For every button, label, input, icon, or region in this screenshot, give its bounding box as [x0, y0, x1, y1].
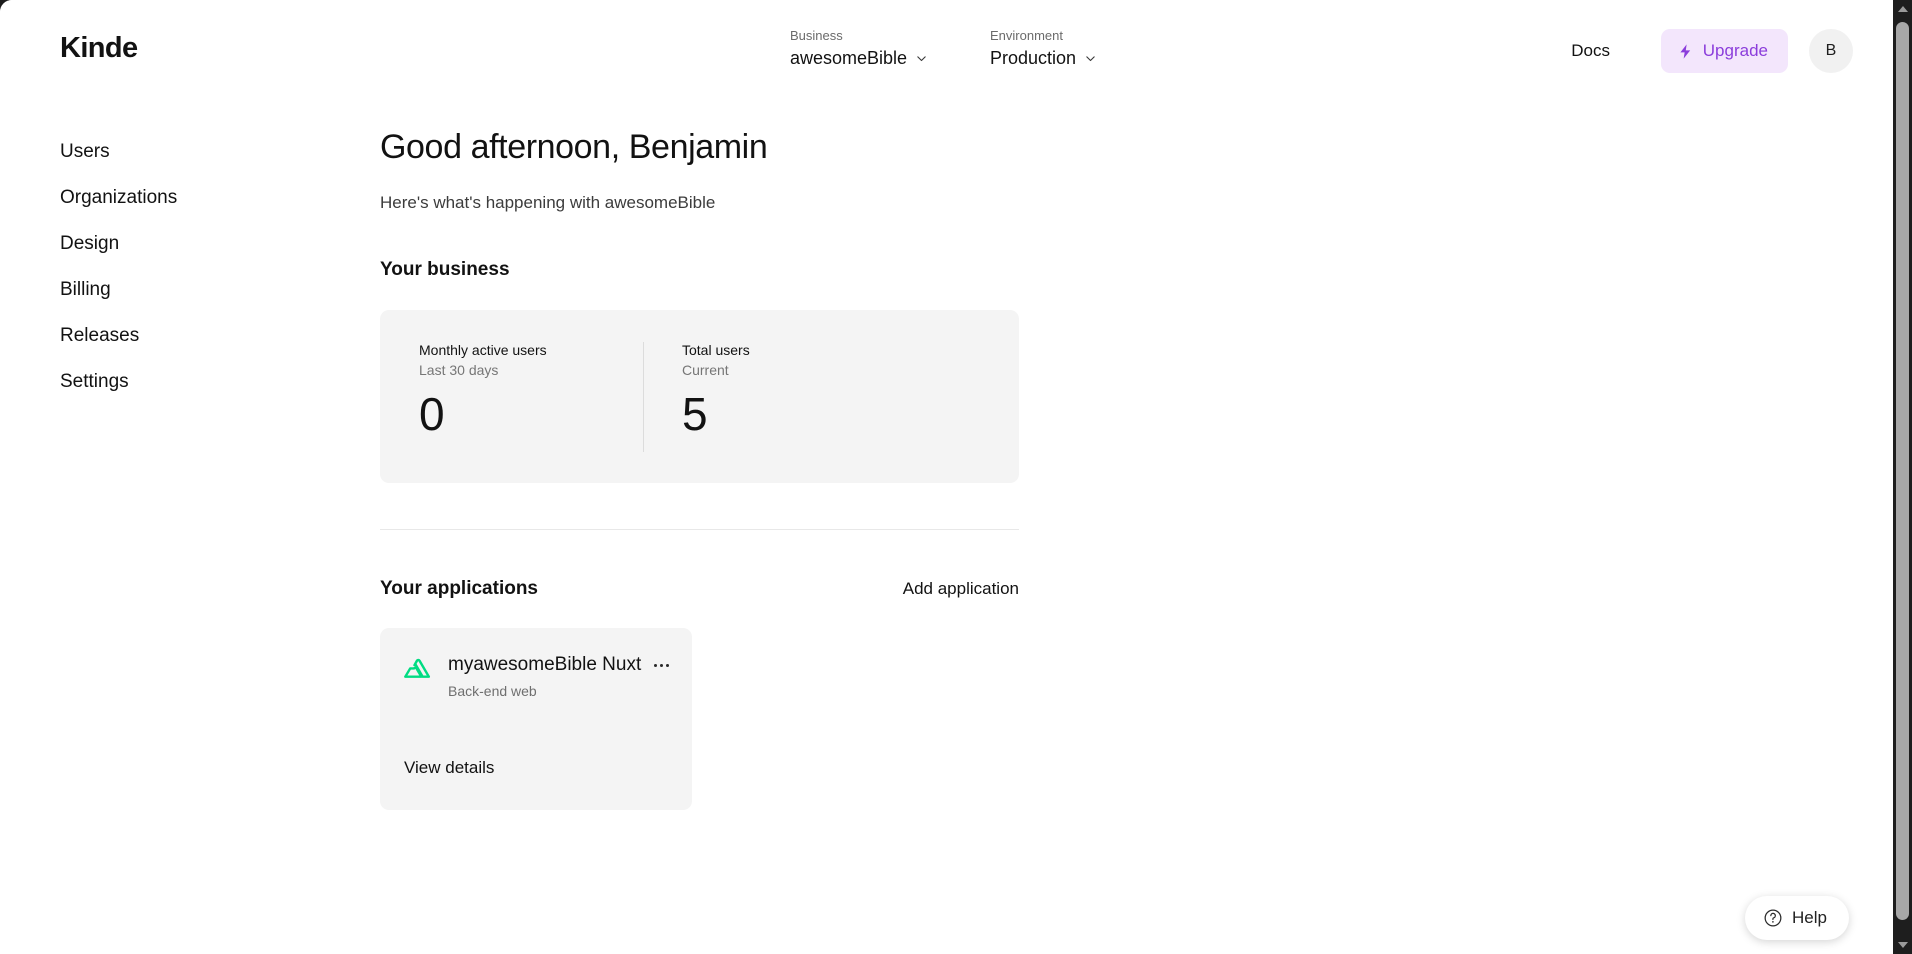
application-type: Back-end web: [448, 683, 646, 700]
sidebar-item-users[interactable]: Users: [60, 140, 110, 163]
browser-viewport: Kinde Business awesomeBible Environment …: [0, 0, 1893, 954]
nuxt-logo-icon: [404, 657, 434, 687]
avatar[interactable]: B: [1809, 29, 1853, 73]
scrollbar-down-arrow[interactable]: [1893, 936, 1912, 954]
stat-value: 0: [419, 388, 643, 440]
stat-monthly-active-users: Monthly active users Last 30 days 0: [380, 342, 643, 452]
stat-label: Monthly active users: [419, 342, 643, 359]
application-card[interactable]: myawesomeBible Nuxt Back-end web View de…: [380, 628, 692, 810]
avatar-initial: B: [1826, 42, 1837, 60]
business-selector[interactable]: Business awesomeBible: [790, 28, 928, 69]
sidebar-item-organizations[interactable]: Organizations: [60, 186, 177, 209]
ellipsis-dot: [660, 664, 663, 667]
main-content: Good afternoon, Benjamin Here's what's h…: [380, 104, 1893, 810]
sidebar: Users Organizations Design Billing Relea…: [0, 104, 380, 416]
business-selector-value: awesomeBible: [790, 47, 907, 69]
business-stats-card: Monthly active users Last 30 days 0 Tota…: [380, 310, 1019, 483]
page-title: Good afternoon, Benjamin: [380, 128, 1893, 167]
stat-total-users: Total users Current 5: [643, 342, 750, 452]
question-circle-icon: [1763, 908, 1783, 928]
page-scrollbar[interactable]: [1893, 0, 1912, 954]
stat-sublabel: Last 30 days: [419, 362, 643, 379]
kinde-logo[interactable]: Kinde: [60, 32, 138, 65]
page-subtitle: Here's what's happening with awesomeBibl…: [380, 193, 1893, 213]
business-selector-label: Business: [790, 28, 928, 44]
environment-selector-label: Environment: [990, 28, 1097, 44]
docs-link[interactable]: Docs: [1571, 41, 1610, 61]
view-details-link[interactable]: View details: [404, 758, 494, 778]
chevron-down-icon: [915, 52, 928, 65]
sidebar-item-billing[interactable]: Billing: [60, 278, 111, 301]
upgrade-button[interactable]: Upgrade: [1661, 29, 1788, 73]
ellipsis-dot: [654, 664, 657, 667]
business-section-title: Your business: [380, 259, 1893, 281]
scrollbar-thumb[interactable]: [1896, 22, 1909, 920]
add-application-button[interactable]: Add application: [903, 579, 1019, 599]
lightning-bolt-icon: [1677, 42, 1694, 61]
help-widget-label: Help: [1792, 908, 1827, 928]
stat-value: 5: [682, 388, 750, 440]
application-name: myawesomeBible Nuxt: [448, 652, 646, 677]
sidebar-item-design[interactable]: Design: [60, 232, 119, 255]
section-divider: [380, 529, 1019, 530]
upgrade-button-label: Upgrade: [1703, 41, 1768, 61]
stat-sublabel: Current: [682, 362, 750, 379]
environment-selector-value: Production: [990, 47, 1076, 69]
app-header: Kinde Business awesomeBible Environment …: [0, 0, 1893, 104]
sidebar-item-settings[interactable]: Settings: [60, 370, 129, 393]
help-widget-button[interactable]: Help: [1745, 896, 1849, 940]
sidebar-item-releases[interactable]: Releases: [60, 324, 139, 347]
chevron-down-icon: [1084, 52, 1097, 65]
stat-label: Total users: [682, 342, 750, 359]
applications-header: Your applications Add application: [380, 578, 1019, 600]
application-more-menu-button[interactable]: [648, 654, 674, 676]
ellipsis-dot: [666, 664, 669, 667]
scrollbar-up-arrow[interactable]: [1893, 0, 1912, 18]
applications-section-title: Your applications: [380, 578, 538, 600]
environment-selector[interactable]: Environment Production: [990, 28, 1097, 69]
